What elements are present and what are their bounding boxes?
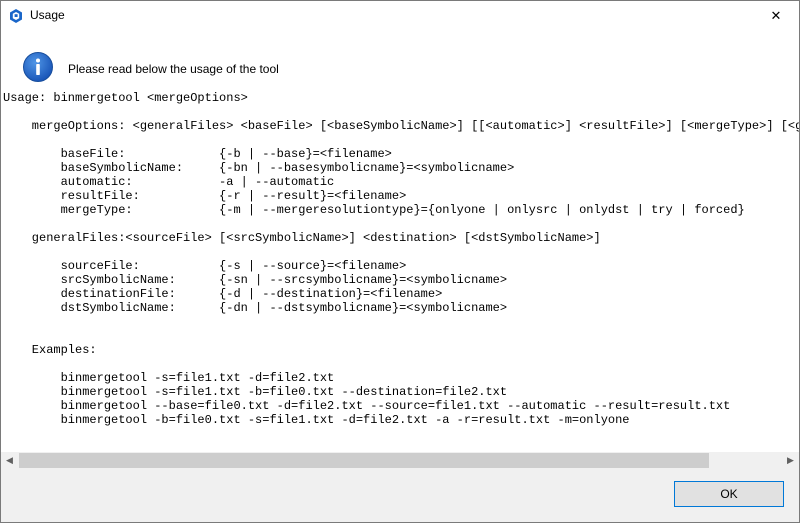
horizontal-scrollbar[interactable]: ◀ ▶ xyxy=(1,452,799,469)
scroll-right-button[interactable]: ▶ xyxy=(782,452,799,469)
dialog-footer: OK xyxy=(1,469,799,522)
info-message: Please read below the usage of the tool xyxy=(68,62,279,76)
title-bar: Usage ✕ xyxy=(1,1,799,31)
app-logo-icon xyxy=(8,8,24,24)
ok-button[interactable]: OK xyxy=(674,481,784,507)
scroll-left-button[interactable]: ◀ xyxy=(1,452,18,469)
close-icon: ✕ xyxy=(770,8,782,24)
scrollbar-thumb[interactable] xyxy=(19,453,709,468)
usage-dialog: Usage ✕ Please read below the usage of t… xyxy=(0,0,800,523)
usage-text: Usage: binmergetool <mergeOptions> merge… xyxy=(3,91,799,427)
info-icon xyxy=(22,51,54,83)
window-title: Usage xyxy=(30,8,65,22)
chevron-left-icon: ◀ xyxy=(6,455,13,465)
usage-text-area[interactable]: Usage: binmergetool <mergeOptions> merge… xyxy=(1,89,799,451)
close-button[interactable]: ✕ xyxy=(753,1,799,31)
chevron-right-icon: ▶ xyxy=(787,455,794,465)
